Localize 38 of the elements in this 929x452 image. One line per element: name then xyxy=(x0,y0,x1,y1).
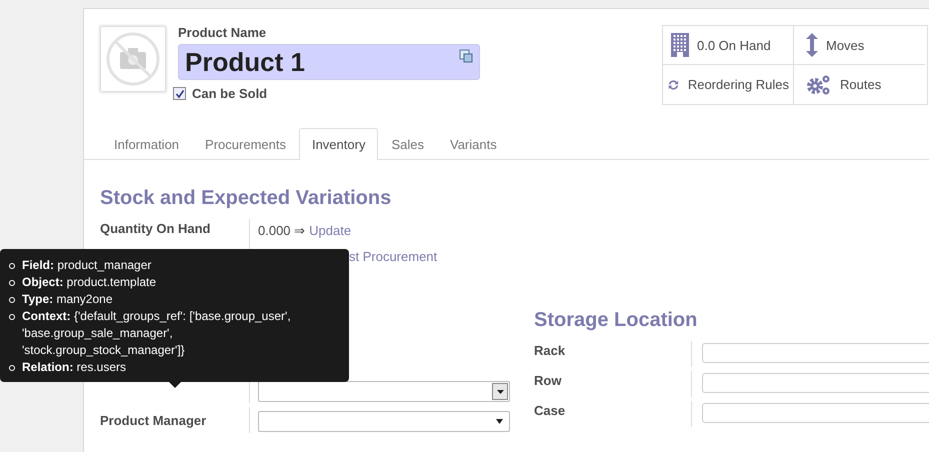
input-field[interactable] xyxy=(702,373,929,393)
field-label: Quantity On Hand xyxy=(100,221,210,236)
tooltip-line: Relation: res.users xyxy=(8,359,318,376)
building-icon xyxy=(671,33,689,57)
action-link[interactable]: Update xyxy=(309,223,352,238)
field-label: Rack xyxy=(534,341,692,367)
tab[interactable]: Variants xyxy=(436,128,510,160)
input-field[interactable] xyxy=(702,343,929,363)
tab[interactable]: Inventory xyxy=(298,128,378,160)
tab[interactable]: Sales xyxy=(378,128,437,160)
checkbox[interactable] xyxy=(173,87,186,100)
field-label: Product Name xyxy=(178,25,268,40)
tab[interactable]: Information xyxy=(101,128,192,160)
gears-icon xyxy=(806,72,832,96)
checkbox-label: Can be Sold xyxy=(192,86,268,101)
tooltip-line: Field: product_manager xyxy=(8,257,318,274)
product-image-placeholder[interactable] xyxy=(100,26,166,92)
field-label: Row xyxy=(534,371,692,397)
tooltip-line: Type: many2one xyxy=(8,291,318,308)
select-field[interactable] xyxy=(258,411,510,432)
up-down-arrow-icon xyxy=(806,33,818,57)
stat-button[interactable]: 0.0 On Hand xyxy=(663,26,794,65)
field-label: Case xyxy=(534,401,692,427)
caret-icon xyxy=(496,419,503,424)
section-heading: Storage Location xyxy=(534,309,698,332)
select-field[interactable] xyxy=(258,381,510,402)
caret-icon xyxy=(496,390,504,394)
action-link[interactable]: st Procurement xyxy=(349,249,438,264)
product-name-field[interactable]: Product 1 xyxy=(178,44,480,80)
tooltip-line: Object: product.template xyxy=(8,274,318,291)
tab[interactable]: Procurements xyxy=(192,128,299,160)
translate-icon[interactable] xyxy=(459,49,473,63)
field-value: 0.000 ⇒ xyxy=(258,223,306,238)
field-label: Product Manager xyxy=(100,413,206,428)
no-camera-icon xyxy=(105,31,161,87)
input-field[interactable] xyxy=(702,403,929,423)
dropdown-button[interactable] xyxy=(492,383,508,400)
section-heading: Stock and Expected Variations xyxy=(100,187,392,210)
